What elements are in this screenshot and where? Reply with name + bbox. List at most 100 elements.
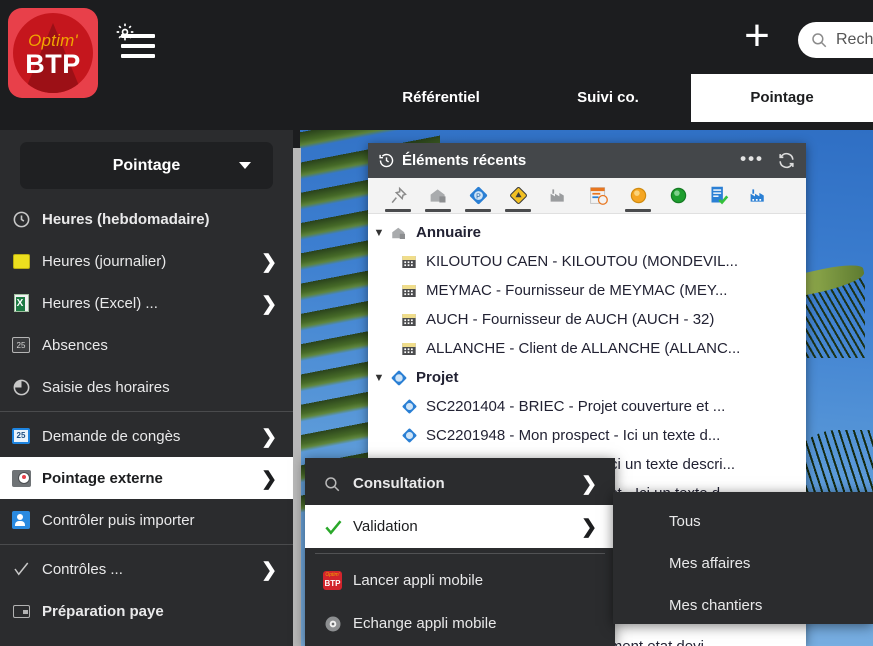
- tab-suivi-co[interactable]: Suivi co.: [540, 74, 676, 122]
- sidebar-item-label: Heures (hebdomadaire): [42, 210, 210, 228]
- tree-item-kiloutou[interactable]: KILOUTOU CAEN - KILOUTOU (MONDEVIL...: [368, 247, 806, 276]
- project-diamond-icon: [398, 427, 420, 444]
- context-menu-item-validation[interactable]: Validation ❯: [305, 505, 615, 548]
- tab-pointage[interactable]: Pointage: [691, 74, 873, 122]
- green-check-icon: [323, 517, 353, 537]
- worksite-diamond-icon[interactable]: [498, 179, 538, 213]
- sidebar-item-heures-journalier[interactable]: Heures (journalier) ❯: [0, 240, 293, 282]
- clock-icon: [8, 208, 34, 230]
- search-text: Rech: [836, 31, 873, 48]
- logo-optim-text: Optim': [28, 31, 78, 50]
- tree-item-auch[interactable]: AUCH - Fournisseur de AUCH (AUCH - 32): [368, 305, 806, 334]
- tree-node-label: Annuaire: [416, 224, 482, 241]
- tab-referentiel[interactable]: Référentiel: [370, 74, 512, 122]
- chevron-right-icon: ❯: [581, 517, 597, 538]
- pin-icon[interactable]: [378, 179, 418, 213]
- sidebar-item-controler-importer[interactable]: Contrôler puis importer: [0, 499, 293, 541]
- factory-grey-icon[interactable]: [538, 179, 578, 213]
- calendar-25-icon: 25: [8, 334, 34, 356]
- sidebar-item-label: Pointage externe: [42, 469, 163, 487]
- tree-node-label: SC2201948 - Mon prospect - Ici un texte …: [426, 427, 721, 444]
- sidebar-item-label: Absences: [42, 336, 108, 354]
- sidebar-item-label: Demande de congès: [42, 427, 181, 445]
- left-sidebar: Pointage Heures (hebdomadaire) Heures (j…: [0, 130, 293, 646]
- context-menu-item-label: Validation: [353, 518, 418, 535]
- sidebar-item-saisie-horaires[interactable]: Saisie des horaires: [0, 366, 293, 408]
- context-menu-item-label: Consultation: [353, 475, 445, 492]
- tree-node-label: AUCH - Fournisseur de AUCH (AUCH - 32): [426, 311, 715, 328]
- history-clock-icon: [378, 152, 395, 169]
- sidebar-scrollbar[interactable]: [293, 148, 301, 646]
- sidebar-divider: [0, 544, 293, 545]
- wallet-icon: [8, 600, 34, 622]
- submenu-item-mes-chantiers[interactable]: Mes chantiers: [613, 584, 873, 626]
- sync-disc-icon: [323, 614, 353, 634]
- calendar-blue-icon: 25: [8, 425, 34, 447]
- context-menu-item-label: Lancer appli mobile: [353, 572, 484, 589]
- project-diamond-icon: [398, 398, 420, 415]
- sidebar-item-absences[interactable]: 25 Absences: [0, 324, 293, 366]
- chevron-right-icon: ❯: [261, 252, 277, 273]
- context-menu-item-lancer-appli-mobile[interactable]: Optim' BTP Lancer appli mobile: [305, 559, 615, 602]
- tree-group-projet[interactable]: ▼ Projet: [368, 363, 806, 392]
- recent-elements-header: Éléments récents •••: [368, 143, 806, 178]
- refresh-icon[interactable]: [777, 151, 796, 174]
- tree-item-allanche[interactable]: ALLANCHE - Client de ALLANCHE (ALLANC...: [368, 334, 806, 363]
- search-input[interactable]: Rech: [798, 22, 873, 58]
- main-nav-tabs: Référentiel Suivi co. Pointage: [300, 74, 873, 122]
- chevron-right-icon: ❯: [261, 469, 277, 490]
- timeclock-icon: [8, 467, 34, 489]
- sidebar-item-heures-excel[interactable]: X Heures (Excel) ... ❯: [0, 282, 293, 324]
- factory-blue-icon[interactable]: [738, 179, 778, 213]
- add-button[interactable]: +: [737, 14, 777, 58]
- app-logo[interactable]: Optim' BTP: [8, 8, 98, 98]
- chevron-right-icon: ❯: [261, 294, 277, 315]
- module-selector[interactable]: Pointage: [20, 142, 273, 189]
- sidebar-menu: Heures (hebdomadaire) Heures (journalier…: [0, 198, 293, 632]
- toolbar-underline: [465, 208, 491, 212]
- contact-card-icon: [398, 254, 420, 270]
- sidebar-item-heures-hebdomadaire[interactable]: Heures (hebdomadaire): [0, 198, 293, 240]
- sidebar-item-label: Contrôler puis importer: [42, 511, 195, 529]
- excel-icon: X: [8, 292, 34, 314]
- search-icon: [812, 33, 827, 48]
- green-circle-icon[interactable]: [658, 179, 698, 213]
- validated-doc-icon[interactable]: [698, 179, 738, 213]
- orange-circle-icon[interactable]: [618, 179, 658, 213]
- project-diamond-icon[interactable]: P: [458, 179, 498, 213]
- contact-card-icon: [398, 341, 420, 357]
- tree-item-sc2201404[interactable]: SC2201404 - BRIEC - Projet couverture et…: [368, 392, 806, 421]
- tree-group-annuaire[interactable]: ▼ Annuaire: [368, 218, 806, 247]
- chevron-down-icon[interactable]: ▼: [372, 372, 386, 384]
- hamburger-icon[interactable]: [121, 34, 155, 58]
- context-menu-item-echange-appli-mobile[interactable]: Echange appli mobile: [305, 602, 615, 645]
- sidebar-item-pointage-externe[interactable]: Pointage externe ❯: [0, 457, 293, 499]
- submenu-item-mes-affaires[interactable]: Mes affaires: [613, 542, 873, 584]
- tree-node-label: ALLANCHE - Client de ALLANCHE (ALLANC...: [426, 340, 741, 357]
- contact-card-icon: [398, 283, 420, 299]
- ellipsis-icon[interactable]: •••: [740, 150, 764, 167]
- sidebar-item-label: Contrôles ...: [42, 560, 123, 578]
- chevron-down-icon[interactable]: ▼: [372, 227, 386, 239]
- chevron-right-icon: ❯: [261, 560, 277, 581]
- logo-btp-text: BTP: [25, 49, 81, 79]
- sidebar-item-demande-conges[interactable]: 25 Demande de congès ❯: [0, 415, 293, 457]
- toolbar-underline: [505, 208, 531, 212]
- report-icon[interactable]: [578, 179, 618, 213]
- sidebar-item-label: Préparation paye: [42, 602, 164, 620]
- tree-item-sc2201948[interactable]: SC2201948 - Mon prospect - Ici un texte …: [368, 421, 806, 450]
- context-menu-item-consultation[interactable]: Consultation ❯: [305, 462, 615, 505]
- optimbtp-app-icon: Optim' BTP: [323, 571, 342, 590]
- tree-item-meymac[interactable]: MEYMAC - Fournisseur de MEYMAC (MEY...: [368, 276, 806, 305]
- directory-house-icon: [388, 224, 410, 242]
- tree-node-label: MEYMAC - Fournisseur de MEYMAC (MEY...: [426, 282, 728, 299]
- toolbar-underline: [625, 208, 651, 212]
- submenu-item-tous[interactable]: Tous: [613, 500, 873, 542]
- directory-house-icon[interactable]: [418, 179, 458, 213]
- app-root: Optim' BTP + Rech Référentiel Suivi co. …: [0, 0, 873, 646]
- search-icon: [323, 475, 353, 493]
- sidebar-item-preparation-paye[interactable]: Préparation paye: [0, 590, 293, 632]
- sidebar-item-controles[interactable]: Contrôles ... ❯: [0, 548, 293, 590]
- toolbar-underline: [425, 208, 451, 212]
- chevron-right-icon: ❯: [261, 427, 277, 448]
